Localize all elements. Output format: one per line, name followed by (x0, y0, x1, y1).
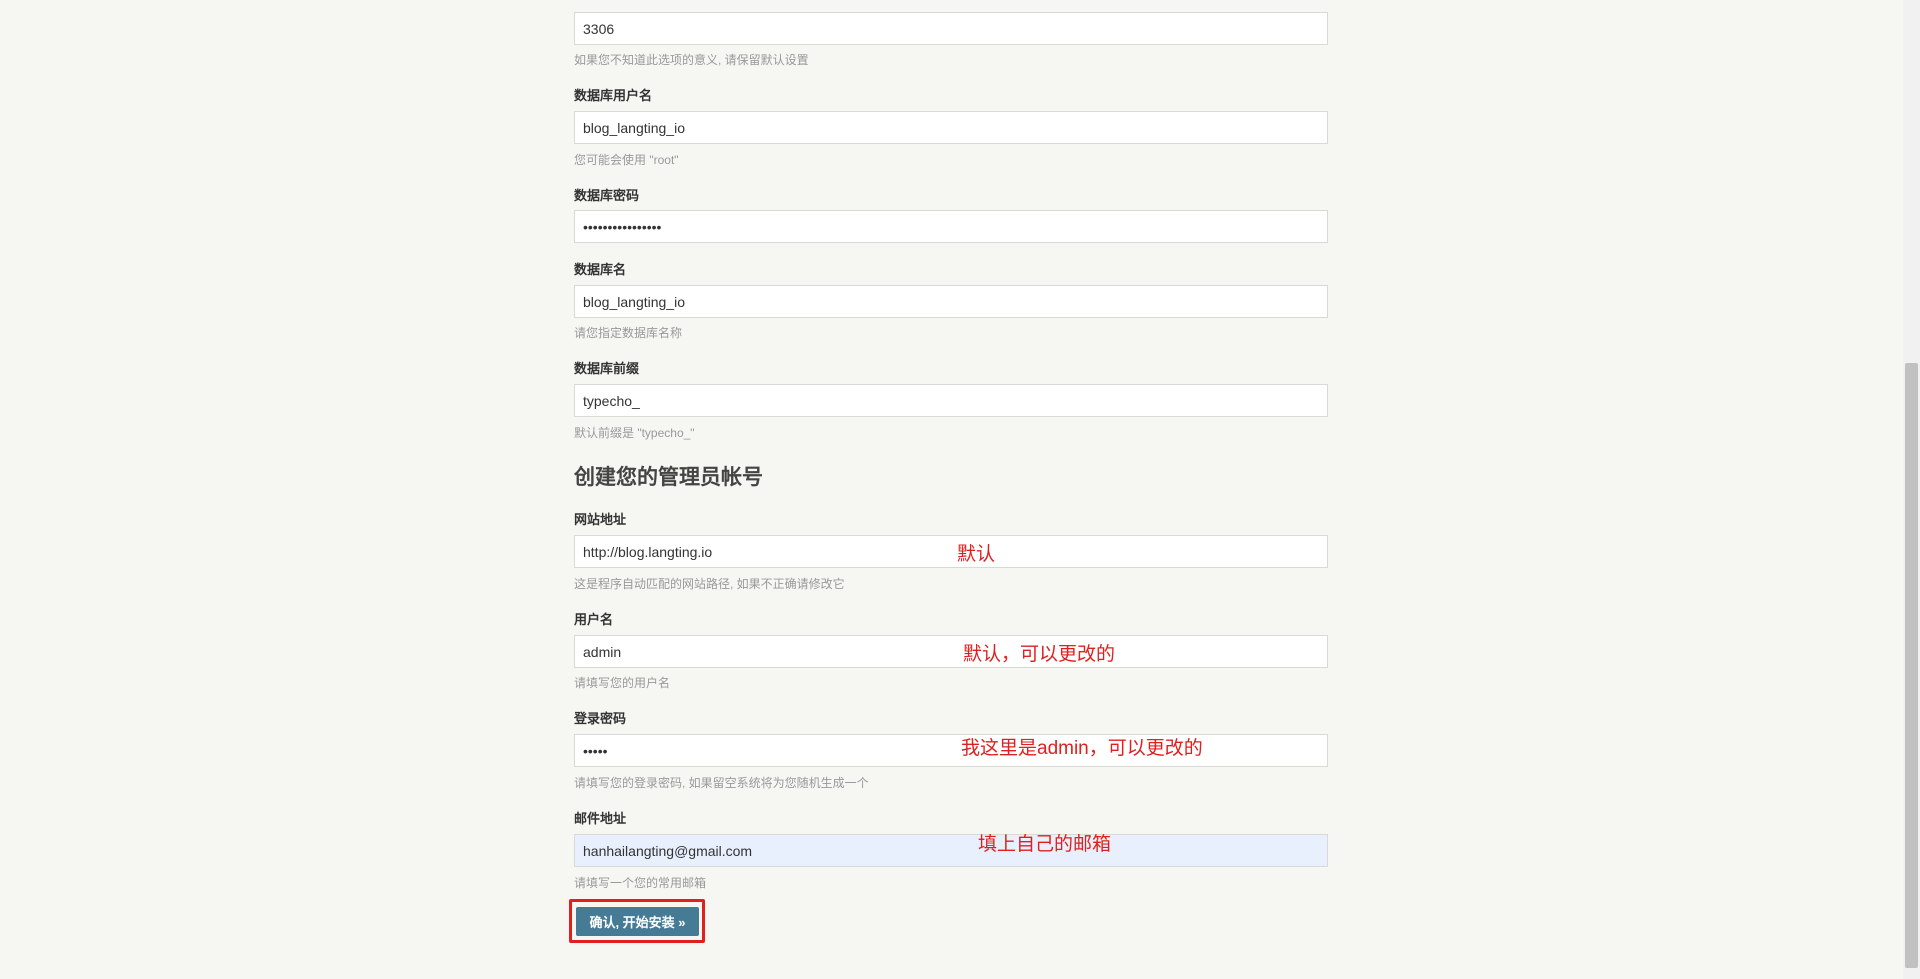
install-submit-button[interactable]: 确认, 开始安装 » (576, 907, 699, 936)
email-label: 邮件地址 (574, 811, 627, 826)
db-password-label: 数据库密码 (574, 188, 640, 203)
db-password-input[interactable] (574, 210, 1328, 243)
login-password-annotation: 我这里是admin，可以更改的 (961, 738, 1203, 759)
db-port-help: 如果您不知道此选项的意义, 请保留默认设置 (574, 53, 809, 67)
db-user-input[interactable] (574, 111, 1328, 144)
email-input[interactable] (574, 834, 1328, 867)
email-help: 请填写一个您的常用邮箱 (574, 876, 707, 890)
site-url-label: 网站地址 (574, 512, 627, 527)
username-label: 用户名 (574, 612, 614, 627)
username-input[interactable] (574, 635, 1328, 668)
site-url-help: 这是程序自动匹配的网站路径, 如果不正确请修改它 (574, 577, 845, 591)
username-help: 请填写您的用户名 (574, 676, 671, 690)
db-prefix-label: 数据库前缀 (574, 361, 640, 376)
db-name-input[interactable] (574, 285, 1328, 318)
scrollbar-thumb[interactable] (1905, 363, 1918, 968)
db-port-input[interactable] (574, 12, 1328, 45)
username-annotation: 默认，可以更改的 (963, 644, 1116, 665)
db-name-label: 数据库名 (574, 262, 627, 277)
install-page: 如果您不知道此选项的意义, 请保留默认设置 数据库用户名 您可能会使用 "roo… (0, 0, 1920, 979)
email-annotation: 填上自己的邮箱 (978, 834, 1112, 855)
db-prefix-input[interactable] (574, 384, 1328, 417)
db-name-help: 请您指定数据库名称 (574, 326, 683, 340)
db-user-label: 数据库用户名 (574, 88, 653, 103)
admin-section-title: 创建您的管理员帐号 (574, 466, 763, 489)
login-password-help: 请填写您的登录密码, 如果留空系统将为您随机生成一个 (574, 776, 869, 790)
site-url-input[interactable] (574, 535, 1328, 568)
site-url-annotation: 默认 (957, 544, 996, 565)
db-prefix-help: 默认前缀是 "typecho_" (574, 426, 695, 440)
login-password-input[interactable] (574, 734, 1328, 767)
submit-highlight-box: 确认, 开始安装 » (569, 899, 705, 943)
login-password-label: 登录密码 (574, 711, 627, 726)
db-user-help: 您可能会使用 "root" (574, 153, 679, 167)
vertical-scrollbar[interactable] (1903, 0, 1920, 979)
